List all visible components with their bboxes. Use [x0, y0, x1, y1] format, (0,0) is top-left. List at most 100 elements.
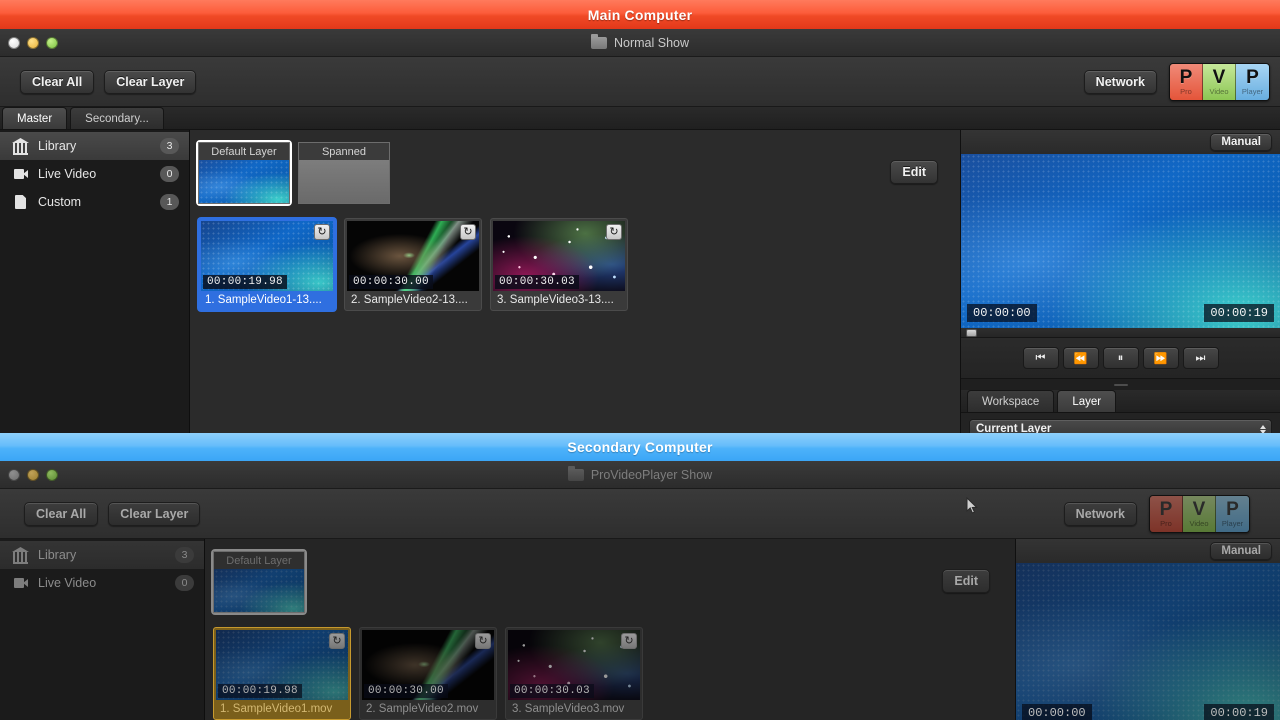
- pause-button[interactable]: ⏸: [1102, 347, 1139, 369]
- video-camera-icon: [12, 575, 29, 591]
- tab-layer[interactable]: Layer: [1057, 390, 1117, 412]
- logo-segment-pro: P Pro: [1170, 63, 1203, 100]
- manual-button[interactable]: Manual: [1210, 542, 1272, 560]
- layer-tile-label: Spanned: [299, 143, 389, 160]
- layer-tile-default[interactable]: Default Layer: [211, 549, 307, 615]
- layer-tile-default[interactable]: Default Layer: [196, 140, 292, 206]
- logo-segment-pro: P Pro: [1150, 495, 1183, 532]
- logo-word-player: Player: [1241, 86, 1264, 96]
- loop-icon[interactable]: ↻: [621, 633, 637, 649]
- sidebar-item-library[interactable]: Library 3: [0, 541, 204, 569]
- tab-secondary[interactable]: Secondary...: [70, 107, 164, 129]
- fast-forward-button[interactable]: ⏩: [1142, 347, 1179, 369]
- media-timecode: 00:00:30.03: [510, 684, 594, 698]
- main-tabstrip: Master Secondary...: [0, 107, 1280, 130]
- panel-resize-handle[interactable]: [961, 378, 1280, 390]
- tab-master[interactable]: Master: [2, 107, 68, 129]
- layer-tile-spanned[interactable]: Spanned: [298, 142, 390, 204]
- sidebar-count-library: 3: [160, 138, 179, 154]
- clear-all-button[interactable]: Clear All: [24, 501, 99, 526]
- minimize-button[interactable]: [27, 36, 39, 49]
- media-timecode: 00:00:19.98: [218, 684, 302, 698]
- loop-icon[interactable]: ↻: [606, 224, 622, 240]
- network-button[interactable]: Network: [1083, 69, 1157, 94]
- clear-all-button[interactable]: Clear All: [20, 69, 95, 94]
- preview-scrubber[interactable]: [961, 328, 1280, 338]
- skip-back-button[interactable]: ⏮: [1022, 347, 1059, 369]
- preview-player[interactable]: 00:00:00 00:00:19: [1016, 563, 1280, 720]
- scrubber-handle[interactable]: [966, 329, 977, 337]
- edit-button[interactable]: Edit: [890, 160, 938, 184]
- sidebar-label-custom: Custom: [38, 195, 82, 209]
- media-item[interactable]: ↻ 00:00:30.03 3. SampleVideo3.mov: [505, 627, 643, 720]
- sidebar-count-live-video: 0: [175, 575, 194, 591]
- logo-letter-v: V: [1192, 498, 1206, 520]
- main-banner-title: Main Computer: [587, 6, 693, 23]
- secondary-traffic-lights[interactable]: [8, 468, 58, 481]
- close-button[interactable]: [8, 36, 20, 49]
- preview-current-time: 00:00:00: [1022, 704, 1092, 720]
- library-icon: [12, 138, 29, 155]
- manual-button[interactable]: Manual: [1210, 133, 1272, 151]
- folder-icon: [567, 466, 584, 481]
- layer-thumbnail-empty: [299, 160, 389, 203]
- layer-tile-label: Default Layer: [214, 552, 304, 569]
- minimize-button[interactable]: [27, 468, 39, 481]
- loop-icon[interactable]: ↻: [475, 633, 491, 649]
- rewind-button[interactable]: ⏪: [1062, 347, 1099, 369]
- zoom-button[interactable]: [46, 468, 58, 481]
- loop-icon[interactable]: ↻: [329, 633, 345, 649]
- sidebar-label-live-video: Live Video: [38, 576, 97, 590]
- secondary-document-title: ProVideoPlayer Show: [0, 461, 1280, 489]
- preview-mode-bar: Manual: [961, 130, 1280, 154]
- document-icon: [12, 194, 29, 210]
- layer-scope-select[interactable]: Current Layer: [969, 419, 1272, 433]
- edit-button[interactable]: Edit: [942, 569, 990, 593]
- logo-letter-p1: P: [1159, 498, 1173, 520]
- secondary-computer-banner: Secondary Computer: [0, 433, 1280, 461]
- clear-layer-button[interactable]: Clear Layer: [108, 501, 201, 526]
- layer-thumbnail-art: [199, 160, 289, 203]
- main-traffic-lights[interactable]: [8, 36, 58, 49]
- pvp-logo: P Pro V Video P Player: [1149, 494, 1250, 533]
- media-timecode: 00:00:19.98: [203, 275, 287, 289]
- close-button[interactable]: [8, 468, 20, 481]
- sidebar-item-library[interactable]: Library 3: [0, 132, 189, 160]
- network-button[interactable]: Network: [1063, 501, 1137, 526]
- main-sidebar: Library 3 Live Video 0 Custom 1: [0, 130, 190, 433]
- pvp-logo: P Pro V Video P Player: [1169, 62, 1270, 101]
- media-name: 1. SampleVideo1-13....: [205, 294, 322, 306]
- tab-workspace[interactable]: Workspace: [967, 390, 1055, 412]
- secondary-titlebar: ProVideoPlayer Show: [0, 461, 1280, 489]
- skip-forward-button[interactable]: ⏭: [1182, 347, 1219, 369]
- clear-layer-button[interactable]: Clear Layer: [104, 69, 197, 94]
- media-item[interactable]: ↻ 00:00:30.03 3. SampleVideo3-13....: [490, 218, 628, 311]
- media-item[interactable]: ↻ 00:00:19.98 1. SampleVideo1.mov: [213, 627, 351, 720]
- sidebar-count-library: 3: [175, 547, 194, 563]
- layer-thumbnail-art: [214, 569, 304, 612]
- preview-total-time: 00:00:19: [1204, 704, 1274, 720]
- media-item[interactable]: ↻ 00:00:19.98 1. SampleVideo1-13....: [198, 218, 336, 311]
- sidebar-item-live-video[interactable]: Live Video 0: [0, 160, 189, 188]
- sidebar-label-library: Library: [38, 548, 77, 562]
- loop-icon[interactable]: ↻: [460, 224, 476, 240]
- main-toolbar: Clear All Clear Layer Network P Pro V Vi…: [0, 57, 1280, 107]
- layer-tile-label: Default Layer: [199, 143, 289, 160]
- main-window: Normal Show Clear All Clear Layer Networ…: [0, 29, 1280, 433]
- secondary-banner-title: Secondary Computer: [567, 439, 713, 455]
- loop-icon[interactable]: ↻: [314, 224, 330, 240]
- media-timecode: 00:00:30.03: [495, 275, 579, 289]
- preview-player[interactable]: 00:00:00 00:00:19: [961, 154, 1280, 328]
- sidebar-item-custom[interactable]: Custom 1: [0, 188, 189, 216]
- logo-word-pro: Pro: [1160, 518, 1172, 528]
- logo-letter-v: V: [1212, 66, 1226, 88]
- chevron-updown-icon: [1260, 424, 1266, 433]
- media-item[interactable]: ↻ 00:00:30.00 2. SampleVideo2.mov: [359, 627, 497, 720]
- preview-total-time: 00:00:19: [1204, 304, 1274, 322]
- inspector-tabstrip: Workspace Layer: [961, 390, 1280, 413]
- layer-scope-value: Current Layer: [976, 423, 1052, 433]
- zoom-button[interactable]: [46, 36, 58, 49]
- preview-current-time: 00:00:00: [967, 304, 1037, 322]
- sidebar-item-live-video[interactable]: Live Video 0: [0, 569, 204, 597]
- media-item[interactable]: ↻ 00:00:30.00 2. SampleVideo2-13....: [344, 218, 482, 311]
